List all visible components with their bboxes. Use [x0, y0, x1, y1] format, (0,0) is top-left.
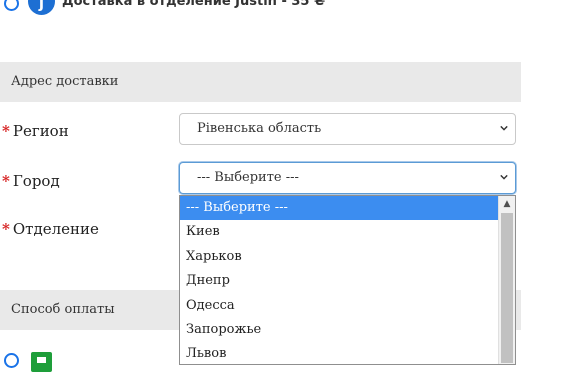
city-option[interactable]: Киев: [180, 220, 498, 244]
region-label: * Регион: [2, 122, 69, 140]
city-option[interactable]: Харьков: [180, 245, 498, 269]
required-mark: *: [2, 172, 10, 190]
chevron-down-icon: [500, 174, 508, 180]
region-select-value: Рівенська область: [197, 121, 322, 136]
required-mark: *: [2, 122, 10, 140]
scrollbar-thumb[interactable]: [501, 213, 513, 363]
required-mark: *: [2, 220, 10, 238]
scroll-up-arrow-icon[interactable]: ▲: [499, 196, 515, 212]
shipping-option-label: Доставка в отделение Justin - 35 ₴: [62, 0, 326, 9]
city-label: * Город: [2, 172, 60, 190]
address-section-header: Адрес доставки: [0, 62, 521, 102]
city-select[interactable]: --- Выберите ---: [179, 162, 516, 194]
region-label-text: Регион: [12, 122, 69, 140]
city-label-text: Город: [12, 172, 60, 190]
branch-label: * Отделение: [2, 220, 99, 238]
justin-logo-icon: j: [28, 0, 55, 15]
city-option[interactable]: Одесса: [180, 294, 498, 318]
city-dropdown-list[interactable]: --- Выберите --- Киев Харьков Днепр Одес…: [179, 195, 516, 365]
chevron-down-icon: [500, 125, 508, 131]
region-select[interactable]: Рівенська область: [179, 113, 516, 145]
city-option[interactable]: Львов: [180, 342, 498, 364]
shipping-radio[interactable]: [4, 0, 19, 11]
payment-method-icon: [31, 352, 52, 372]
city-select-value: --- Выберите ---: [197, 170, 299, 185]
city-option[interactable]: Днепр: [180, 269, 498, 293]
shipping-option-justin[interactable]: j Доставка в отделение Justin - 35 ₴: [0, 0, 585, 18]
city-option[interactable]: Запорожье: [180, 318, 498, 342]
branch-label-text: Отделение: [12, 220, 99, 238]
city-option[interactable]: --- Выберите ---: [180, 196, 498, 221]
dropdown-scrollbar[interactable]: ▲: [498, 196, 515, 364]
